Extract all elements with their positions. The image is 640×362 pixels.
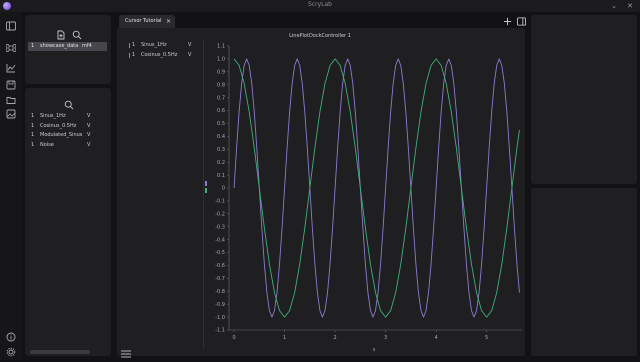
info-icon[interactable] bbox=[5, 331, 17, 343]
chart-title: LinePlotDockController 1 bbox=[289, 33, 351, 39]
chart-icon[interactable] bbox=[5, 62, 17, 74]
signal-index: 1 bbox=[31, 113, 35, 119]
cursor-marker-cosinus[interactable] bbox=[205, 188, 207, 193]
legend-index: 1 bbox=[132, 42, 136, 48]
y-tick-label: 0.4 bbox=[217, 134, 225, 140]
y-tick-label: 1.0 bbox=[217, 57, 225, 63]
x-tick-label: 1 bbox=[283, 335, 286, 341]
y-tick-label: 0.3 bbox=[217, 147, 225, 153]
x-tick-label: 2 bbox=[333, 335, 336, 341]
y-tick-label: -0.6 bbox=[215, 263, 225, 269]
signal-name: Noise bbox=[40, 142, 54, 148]
y-tick-label: 0.8 bbox=[217, 82, 225, 88]
signal-unit: V bbox=[87, 142, 91, 148]
y-tick-label: -0.5 bbox=[215, 250, 225, 256]
signal-row-sinus-1hz[interactable]: 1 Sinus_1Hz V bbox=[31, 112, 93, 121]
file-index: 1 bbox=[31, 43, 35, 49]
command-icon[interactable] bbox=[5, 42, 17, 54]
series-line-cosinus-0-5hz bbox=[233, 58, 520, 318]
app-title: ScryLab bbox=[308, 1, 332, 8]
x-tick-label: 5 bbox=[485, 335, 488, 341]
y-tick-label: 1.1 bbox=[217, 44, 225, 50]
x-tick-label: 3 bbox=[384, 335, 387, 341]
signal-index: 1 bbox=[31, 123, 35, 129]
legend-name: Cosinus_0.5Hz bbox=[141, 52, 178, 58]
legend-swatch bbox=[129, 43, 130, 48]
minimize-icon[interactable]: ⌄ bbox=[608, 0, 620, 12]
signal-row-modulated-sinus[interactable]: 1 Modulated_Sinus V bbox=[31, 131, 93, 140]
legend-row-cosinus-05hz[interactable]: 1 Cosinus_0.5Hz V bbox=[129, 51, 199, 60]
y-tick-label: -0.9 bbox=[215, 302, 225, 308]
search-files-icon[interactable] bbox=[72, 25, 82, 40]
toggle-right-panel-icon[interactable] bbox=[516, 16, 526, 26]
y-tick-label: 0.7 bbox=[217, 95, 225, 101]
tab-label: Cursor Tutorial bbox=[125, 18, 162, 24]
title-bar: ScryLab ⌄ ✕ bbox=[0, 0, 640, 12]
signal-index: 1 bbox=[31, 142, 35, 148]
y-tick-label: -1.1 bbox=[215, 328, 225, 334]
add-plot-icon[interactable] bbox=[502, 16, 512, 26]
y-tick-label: -0.1 bbox=[215, 199, 225, 205]
file-item-showcase-data[interactable]: 1 showcase_data mf4 bbox=[28, 42, 107, 51]
folder-icon[interactable] bbox=[5, 94, 17, 106]
legend-index: 1 bbox=[132, 52, 136, 58]
y-tick-label: 0.5 bbox=[217, 121, 225, 127]
y-tick-label: -1.0 bbox=[215, 315, 225, 321]
tab-cursor-tutorial[interactable]: Cursor Tutorial ✕ bbox=[119, 15, 175, 28]
signal-row-noise[interactable]: 1 Noise V bbox=[31, 141, 93, 150]
image-icon[interactable] bbox=[5, 108, 17, 120]
signal-name: Modulated_Sinus bbox=[40, 132, 83, 138]
legend-plot-divider[interactable] bbox=[203, 40, 204, 348]
signal-unit: V bbox=[87, 113, 91, 119]
y-tick-label: 0.9 bbox=[217, 70, 225, 76]
y-tick-label: 0 bbox=[222, 186, 225, 192]
line-plot[interactable]: LinePlotDockController 1 1.1 1.0 0.9 0.8 0.7… bbox=[210, 30, 524, 356]
signal-unit: V bbox=[87, 123, 91, 129]
y-tick-label: -0.3 bbox=[215, 224, 225, 230]
legend-row-sinus-1hz[interactable]: 1 Sinus_1Hz V bbox=[129, 41, 199, 50]
x-tick-label: 0 bbox=[232, 335, 235, 341]
add-file-icon[interactable] bbox=[56, 25, 66, 40]
file-name: showcase_data bbox=[40, 43, 79, 49]
y-tick-label: 0.1 bbox=[217, 173, 225, 179]
signal-name: Cosinus_0.5Hz bbox=[40, 123, 77, 129]
y-tick-label: 0.2 bbox=[217, 160, 225, 166]
horizontal-scrollbar[interactable] bbox=[30, 350, 90, 354]
file-ext: mf4 bbox=[82, 43, 92, 49]
save-icon[interactable] bbox=[5, 79, 17, 91]
sidebar-toggle-icon[interactable] bbox=[5, 20, 17, 32]
y-tick-label: -0.4 bbox=[215, 237, 225, 243]
cursor-marker-sinus[interactable] bbox=[205, 181, 207, 186]
legend-swatch bbox=[129, 53, 130, 58]
y-tick-label: -0.2 bbox=[215, 212, 225, 218]
series-line-sinus-1hz bbox=[233, 58, 520, 318]
y-tick-label: 0.6 bbox=[217, 108, 225, 114]
signal-name: Sinus_1Hz bbox=[40, 113, 66, 119]
settings-icon[interactable] bbox=[5, 346, 17, 358]
legend-unit: V bbox=[188, 42, 192, 48]
y-tick-label: -0.7 bbox=[215, 276, 225, 282]
activity-bar bbox=[0, 12, 22, 360]
tab-close-icon[interactable]: ✕ bbox=[166, 15, 171, 28]
signal-unit: V bbox=[87, 132, 91, 138]
search-signals-icon[interactable] bbox=[64, 95, 74, 110]
close-window-icon[interactable]: ✕ bbox=[624, 0, 636, 12]
signal-row-cosinus-05hz[interactable]: 1 Cosinus_0.5Hz V bbox=[31, 122, 93, 131]
legend-unit: V bbox=[188, 52, 192, 58]
right-panel-top bbox=[531, 15, 637, 184]
legend-name: Sinus_1Hz bbox=[141, 42, 167, 48]
right-panel-bottom bbox=[531, 188, 637, 356]
y-tick-label: -0.8 bbox=[215, 289, 225, 295]
signal-index: 1 bbox=[31, 132, 35, 138]
hamburger-menu-icon[interactable] bbox=[121, 343, 131, 358]
x-tick-label: 4 bbox=[435, 335, 438, 341]
x-axis-label: s bbox=[373, 347, 376, 353]
